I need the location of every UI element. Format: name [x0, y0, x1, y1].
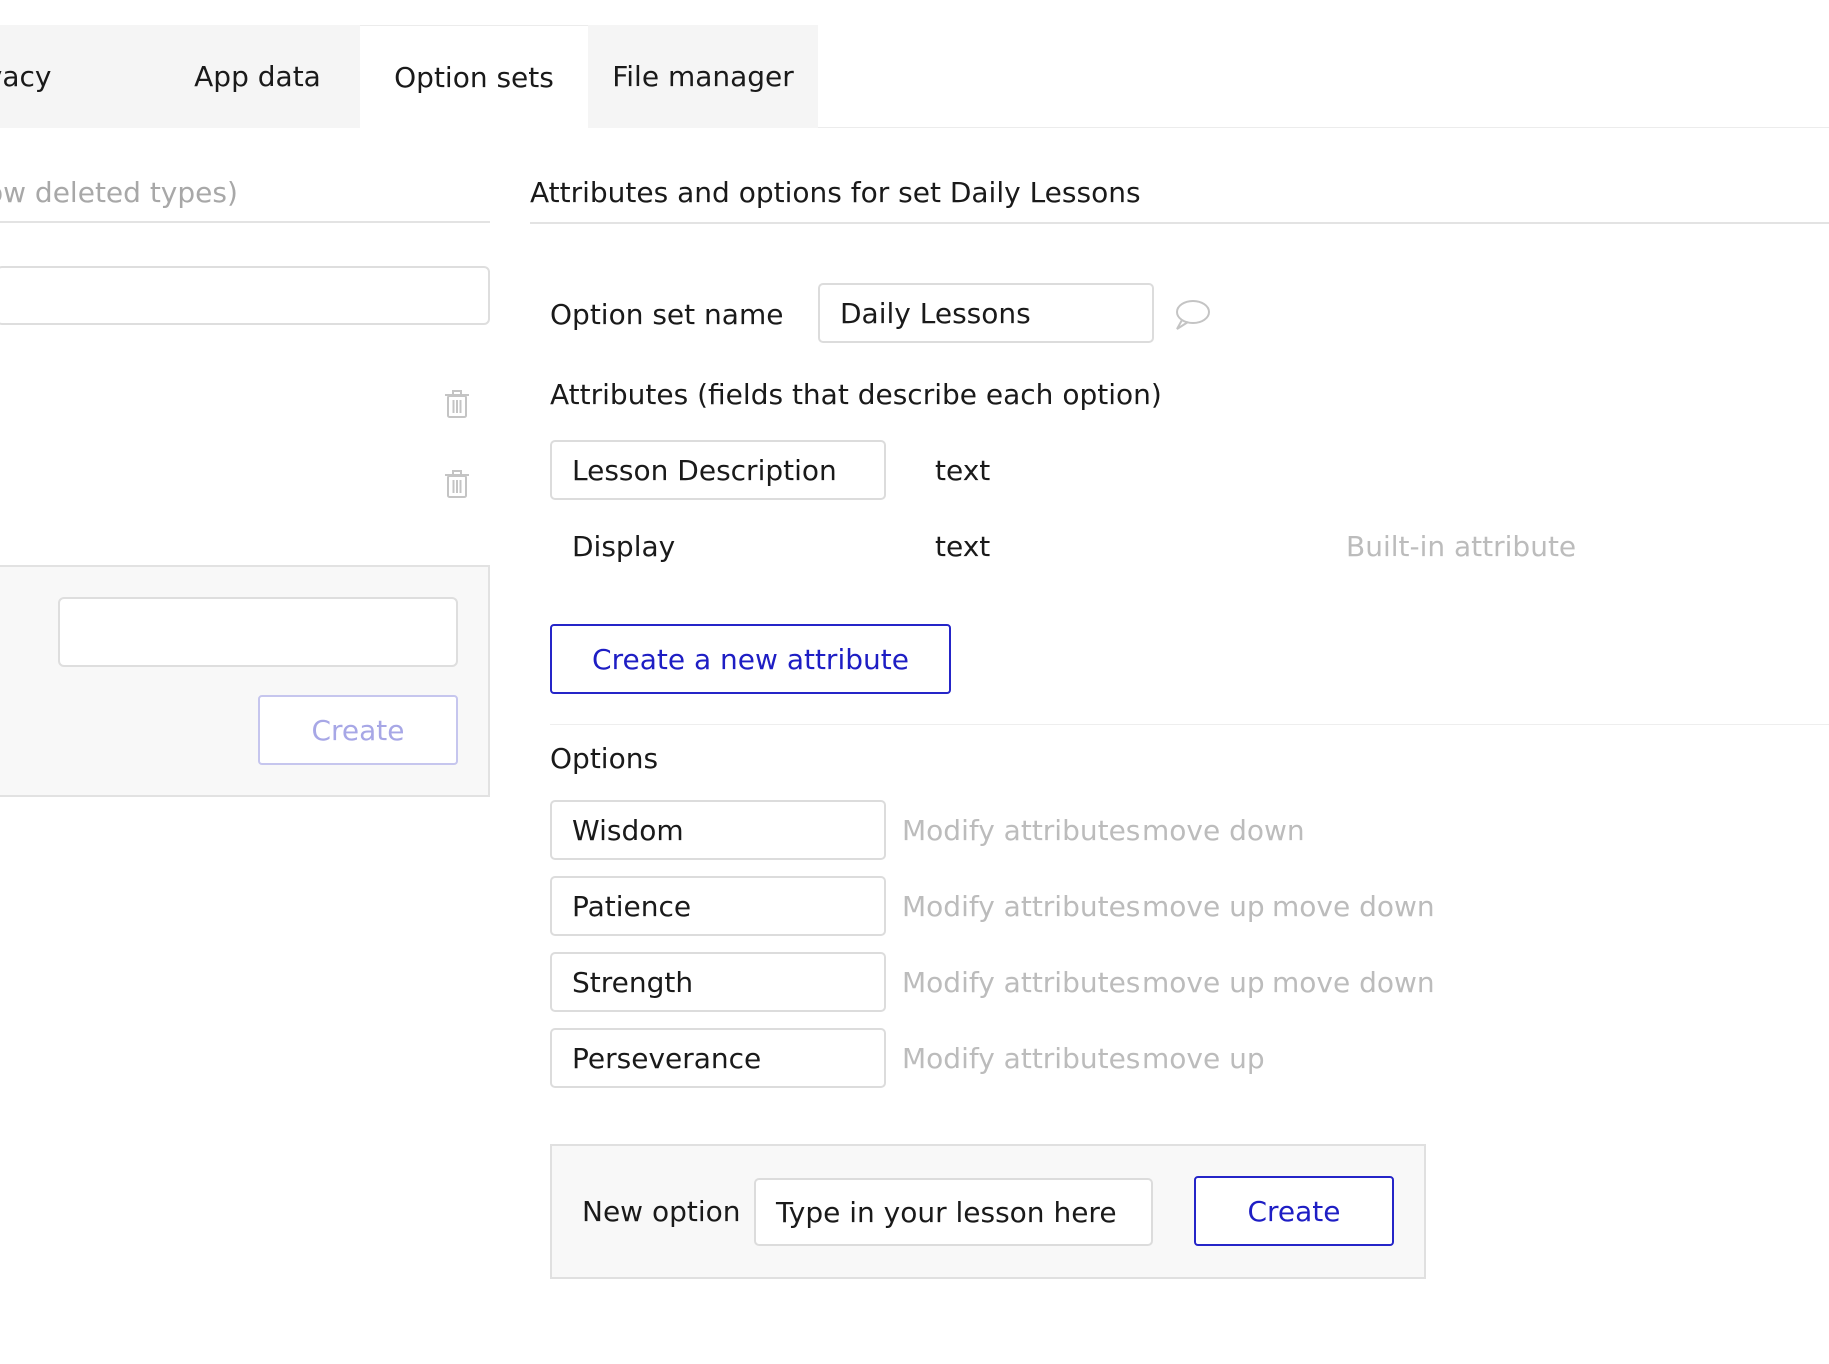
tab-file-manager-label: File manager	[612, 60, 794, 93]
options-heading: Options	[550, 742, 659, 775]
new-option-label: New option	[582, 1195, 741, 1228]
modify-attributes-link[interactable]: Modify attributes	[902, 814, 1140, 847]
attribute-name: Display	[572, 530, 676, 563]
show-deleted-types-hint[interactable]: ow deleted types)	[0, 163, 490, 223]
option-name-text: Patience	[572, 889, 692, 923]
tab-bar: ivacy App data Option sets File manager	[0, 25, 1829, 128]
panel-title: Attributes and options for set Daily Les…	[530, 162, 1829, 224]
option-name-text: Wisdom	[572, 813, 684, 847]
attribute-name-text: Lesson Description	[572, 453, 837, 487]
create-option-button[interactable]: Create	[1194, 1176, 1394, 1246]
attribute-name-input[interactable]: Lesson Description	[550, 440, 886, 500]
attribute-type[interactable]: text	[935, 454, 990, 487]
new-option-input[interactable]: Type in your lesson here	[754, 1178, 1153, 1246]
modify-attributes-link[interactable]: Modify attributes	[902, 890, 1140, 923]
option-name-text: Strength	[572, 965, 694, 999]
attribute-type: text	[935, 530, 991, 563]
create-option-set-button[interactable]: Create	[258, 695, 458, 765]
attributes-heading: Attributes (fields that describe each op…	[550, 378, 1162, 411]
new-option-placeholder: Type in your lesson here	[776, 1195, 1117, 1229]
option-name-input[interactable]: Patience	[550, 876, 886, 936]
comment-icon[interactable]	[1173, 298, 1211, 332]
new-option-set-input[interactable]	[58, 597, 458, 667]
option-name-input[interactable]: Strength	[550, 952, 886, 1012]
move-up-link[interactable]: move up	[1142, 1042, 1265, 1075]
tab-file-manager[interactable]: File manager	[588, 25, 818, 128]
move-down-link[interactable]: move down	[1142, 814, 1305, 847]
tab-app-data[interactable]: App data	[155, 25, 360, 128]
move-down-link[interactable]: move down	[1272, 890, 1435, 923]
option-name-input[interactable]: Wisdom	[550, 800, 886, 860]
section-divider	[550, 724, 1829, 725]
panel-title-text: Attributes and options for set Daily Les…	[530, 175, 1141, 209]
option-set-name-input[interactable]	[818, 283, 1154, 343]
show-deleted-types-text: ow deleted types)	[0, 175, 238, 209]
create-new-attribute-button[interactable]: Create a new attribute	[550, 624, 951, 694]
option-name-text: Perseverance	[572, 1041, 762, 1075]
move-down-link[interactable]: move down	[1272, 966, 1435, 999]
option-name-input[interactable]: Perseverance	[550, 1028, 886, 1088]
built-in-attribute-note: Built-in attribute	[1346, 530, 1577, 563]
modify-attributes-link[interactable]: Modify attributes	[902, 1042, 1140, 1075]
trash-icon[interactable]	[444, 389, 470, 419]
trash-icon[interactable]	[444, 469, 470, 499]
option-set-search-input[interactable]	[0, 266, 490, 325]
tab-option-sets[interactable]: Option sets	[360, 25, 588, 128]
tab-option-sets-label: Option sets	[394, 60, 554, 94]
move-up-link[interactable]: move up	[1142, 966, 1265, 999]
option-set-name-label: Option set name	[550, 298, 784, 331]
modify-attributes-link[interactable]: Modify attributes	[902, 966, 1140, 999]
move-up-link[interactable]: move up	[1142, 890, 1265, 923]
tab-privacy-label: ivacy	[0, 60, 52, 93]
tab-app-data-label: App data	[194, 60, 321, 93]
option-set-name-field[interactable]	[840, 285, 1152, 341]
